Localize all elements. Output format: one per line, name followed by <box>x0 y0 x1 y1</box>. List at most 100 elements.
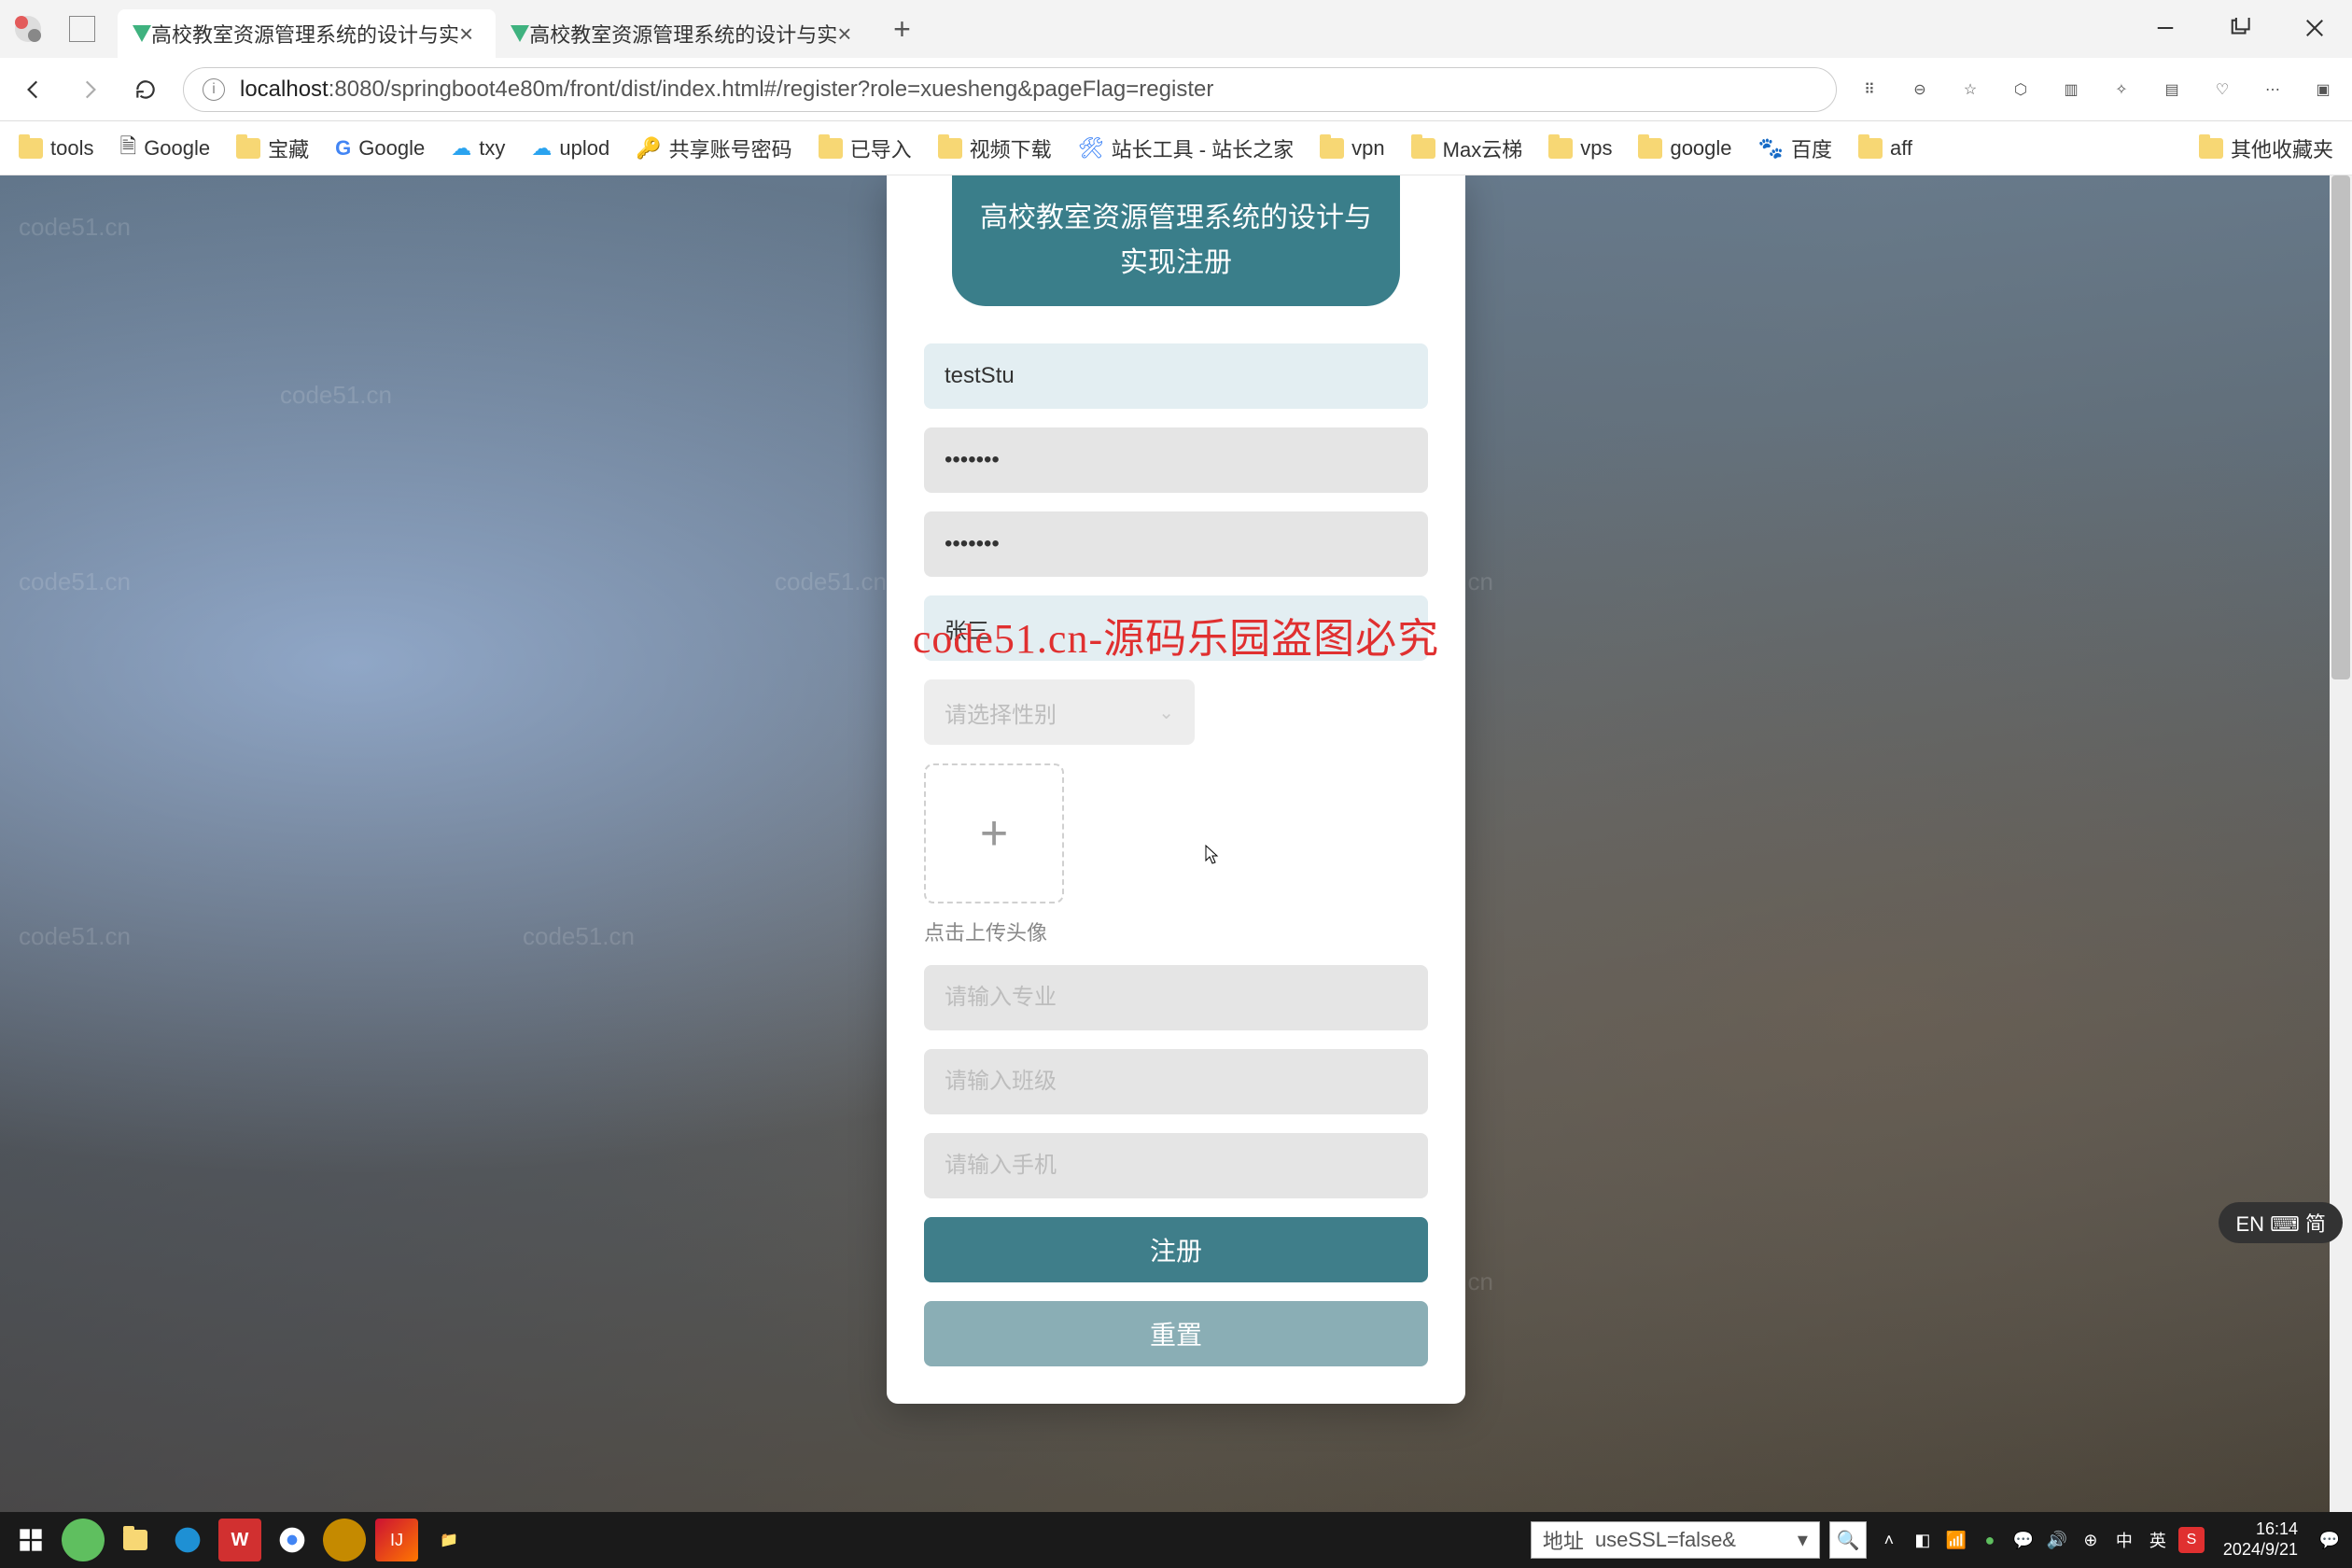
major-input[interactable] <box>924 965 1428 1030</box>
bookmark-item[interactable]: GGoogle <box>335 136 425 161</box>
vertical-scrollbar[interactable] <box>2330 175 2352 1568</box>
extensions-icon[interactable]: ⬡ <box>2007 76 2035 104</box>
register-card: 高校教室资源管理系统的设计与实现注册 请选择性别 ⌄ + 点击上传头像 注册 重… <box>887 175 1465 1404</box>
close-icon[interactable]: × <box>459 20 473 49</box>
bookmark-item[interactable]: 视频下载 <box>938 133 1052 163</box>
ime-mode-button[interactable]: 英 <box>2145 1527 2171 1553</box>
bookmark-item[interactable]: tools <box>19 136 93 161</box>
tray-chevron-up-icon[interactable]: ˄ <box>1876 1527 1902 1553</box>
notifications-icon[interactable]: 💬 <box>2317 1527 2343 1553</box>
site-info-icon[interactable]: i <box>203 78 225 101</box>
bookmark-item[interactable]: google <box>1638 136 1731 161</box>
watermark: code51.cn <box>280 381 392 410</box>
cursor-pointer-icon <box>1198 844 1221 872</box>
tray-volume-icon[interactable]: 🔊 <box>2044 1527 2070 1553</box>
browser-tab-active[interactable]: 高校教室资源管理系统的设计与实 × <box>118 9 496 58</box>
workspace-icon[interactable] <box>69 16 95 42</box>
collections-icon[interactable]: ✧ <box>2107 76 2135 104</box>
tray-wechat-icon[interactable]: 💬 <box>2010 1527 2037 1553</box>
register-button[interactable]: 注册 <box>924 1217 1428 1282</box>
refresh-button[interactable] <box>127 71 164 108</box>
start-button[interactable] <box>9 1519 52 1561</box>
vue-icon <box>511 25 529 42</box>
profile-avatar-icon[interactable] <box>15 16 41 42</box>
watermark: code51.cn <box>19 922 131 951</box>
tray-network-icon[interactable]: 📶 <box>1943 1527 1969 1553</box>
username-input[interactable] <box>924 343 1428 409</box>
file-explorer-icon[interactable]: 📁 <box>427 1519 470 1561</box>
folder-icon <box>19 138 43 159</box>
bookmark-item[interactable]: vps <box>1548 136 1612 161</box>
taskbar-search-button[interactable]: 🔍 <box>1829 1521 1867 1559</box>
reset-button[interactable]: 重置 <box>924 1301 1428 1366</box>
baidu-icon: 🐾 <box>1758 136 1784 161</box>
edge-icon[interactable] <box>166 1519 209 1561</box>
wps-icon[interactable]: W <box>218 1519 261 1561</box>
favorite-icon[interactable]: ☆ <box>1956 76 1984 104</box>
file-explorer-icon[interactable] <box>114 1519 157 1561</box>
new-tab-button[interactable]: + <box>883 10 920 48</box>
taskbar-app-icon[interactable] <box>62 1519 105 1561</box>
tray-app-icon[interactable]: ◧ <box>1910 1527 1936 1553</box>
scrollbar-thumb[interactable] <box>2331 175 2350 679</box>
bookmark-item[interactable]: vpn <box>1320 136 1384 161</box>
translate-icon[interactable]: ⠿ <box>1855 76 1883 104</box>
bookmark-item[interactable]: ☁txy <box>451 136 505 161</box>
bookmark-item[interactable]: aff <box>1858 136 1912 161</box>
phone-input[interactable] <box>924 1133 1428 1198</box>
sidebar-icon[interactable]: ▣ <box>2309 76 2337 104</box>
tray-app-icon[interactable]: ● <box>1977 1527 2003 1553</box>
taskbar-address-field[interactable]: 地址 useSSL=false& ▾ <box>1531 1521 1820 1559</box>
url-input[interactable]: i localhost:8080/springboot4e80m/front/d… <box>183 67 1837 112</box>
card-title: 高校教室资源管理系统的设计与实现注册 <box>952 175 1400 306</box>
heart-icon[interactable]: ♡ <box>2208 76 2236 104</box>
browser-tab[interactable]: 高校教室资源管理系统的设计与实 × <box>496 9 874 58</box>
ime-indicator[interactable]: EN ⌨ 简 <box>2219 1202 2343 1243</box>
chrome-icon[interactable] <box>271 1519 314 1561</box>
clock-date: 2024/9/21 <box>2223 1540 2298 1561</box>
bookmark-item[interactable]: 已导入 <box>819 133 912 163</box>
taskbar-clock[interactable]: 16:14 2024/9/21 <box>2212 1519 2309 1560</box>
bookmark-item[interactable]: 🐾百度 <box>1758 133 1832 163</box>
folder-icon <box>2199 138 2223 159</box>
intellij-icon[interactable]: IJ <box>375 1519 418 1561</box>
bookmark-item[interactable]: 🗎Google <box>119 131 210 166</box>
vue-icon <box>133 25 151 42</box>
plus-icon: + <box>980 805 1008 861</box>
menu-icon[interactable]: ⋯ <box>2259 76 2287 104</box>
bookmark-item[interactable]: 🔑共享账号密码 <box>636 133 791 163</box>
minimize-button[interactable] <box>2128 0 2203 56</box>
reading-list-icon[interactable]: ▤ <box>2158 76 2186 104</box>
ime-language-button[interactable]: 中 <box>2111 1527 2137 1553</box>
bookmarks-overflow[interactable]: 其他收藏夹 <box>2199 133 2333 163</box>
confirm-password-input[interactable] <box>924 511 1428 577</box>
bookmark-item[interactable]: ☁uplod <box>531 136 609 161</box>
forward-button[interactable] <box>71 71 108 108</box>
watermark-red: code51.cn-源码乐园盗图必究 <box>913 605 1439 665</box>
zoom-icon[interactable]: ⊖ <box>1906 76 1934 104</box>
gender-select[interactable]: 请选择性别 ⌄ <box>924 679 1195 745</box>
close-window-button[interactable] <box>2277 0 2352 56</box>
tray-app-icon[interactable]: ⊕ <box>2078 1527 2104 1553</box>
maximize-button[interactable] <box>2203 0 2277 56</box>
back-button[interactable] <box>15 71 52 108</box>
close-icon[interactable]: × <box>837 20 851 49</box>
bookmark-item[interactable]: 🛠站长工具 - 站长之家 <box>1078 133 1295 163</box>
windows-taskbar: W IJ 📁 地址 useSSL=false& ▾ 🔍 ˄ ◧ 📶 ● 💬 🔊 … <box>0 1512 2352 1568</box>
folder-icon <box>819 138 843 159</box>
upload-label: 点击上传头像 <box>924 917 1428 946</box>
class-input[interactable] <box>924 1049 1428 1114</box>
select-placeholder: 请选择性别 <box>945 696 1057 729</box>
bookmark-item[interactable]: Max云梯 <box>1411 133 1523 163</box>
avatar-upload[interactable]: + <box>924 763 1064 903</box>
app-icon[interactable] <box>323 1519 366 1561</box>
folder-icon <box>1638 138 1662 159</box>
tray-sogou-icon[interactable]: S <box>2178 1527 2205 1553</box>
addr-value: useSSL=false& <box>1595 1528 1786 1552</box>
password-input[interactable] <box>924 427 1428 493</box>
split-icon[interactable]: ▥ <box>2057 76 2085 104</box>
bookmark-item[interactable]: 宝藏 <box>236 133 309 163</box>
folder-icon <box>938 138 962 159</box>
chevron-down-icon[interactable]: ▾ <box>1798 1528 1808 1552</box>
tab-title: 高校教室资源管理系统的设计与实 <box>151 19 459 49</box>
